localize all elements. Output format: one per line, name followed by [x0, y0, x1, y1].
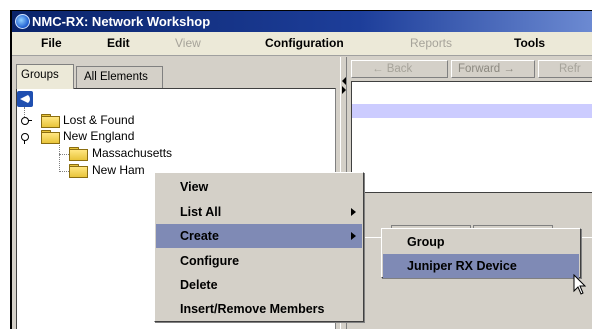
- refresh-button[interactable]: Refr: [538, 60, 592, 78]
- ctx-item-label: Create: [180, 229, 219, 243]
- details-pane: ← Back Forward → Refr: [348, 57, 592, 329]
- expand-icon[interactable]: [21, 117, 32, 125]
- browser-view[interactable]: [351, 81, 592, 193]
- folder-icon: [69, 163, 88, 178]
- menu-bar: File Edit View Configuration Reports Too…: [12, 32, 592, 56]
- mouse-cursor-icon: [573, 274, 587, 295]
- tree-node-label: New Ham: [92, 163, 145, 177]
- ctx-item-view[interactable]: View: [156, 175, 362, 199]
- network-root-icon[interactable]: [17, 91, 33, 107]
- ctx-item-delete[interactable]: Delete: [156, 273, 362, 297]
- ctx-item-insert-remove-members[interactable]: Insert/Remove Members: [156, 297, 362, 321]
- tree-node-lost-found[interactable]: Lost & Found: [21, 113, 221, 129]
- ctx-item-create[interactable]: Create: [156, 224, 362, 248]
- tree-node-massachusetts[interactable]: Massachusetts: [69, 146, 269, 162]
- menu-edit[interactable]: Edit: [107, 36, 130, 50]
- window-title: NMC-RX: Network Workshop: [32, 14, 211, 29]
- menu-configuration[interactable]: Configuration: [265, 36, 344, 50]
- ctx-item-configure[interactable]: Configure: [156, 249, 362, 273]
- submenu-arrow-icon: [351, 208, 356, 216]
- app-logo-icon: [15, 14, 30, 29]
- title-bar[interactable]: NMC-RX: Network Workshop: [12, 11, 592, 32]
- folder-icon: [41, 113, 60, 128]
- submenu-item-group[interactable]: Group: [383, 230, 579, 254]
- context-menu: View List All Create Configure Delete In…: [154, 172, 364, 322]
- tab-groups[interactable]: Groups: [16, 64, 74, 89]
- back-button[interactable]: ← Back: [351, 60, 448, 78]
- browser-header-band: [352, 104, 592, 118]
- tree-node-label: Massachusetts: [92, 146, 173, 160]
- tab-all-elements[interactable]: All Elements: [76, 66, 163, 88]
- ctx-item-list-all[interactable]: List All: [156, 200, 362, 224]
- create-submenu: Group Juniper RX Device: [381, 228, 581, 278]
- collapse-right-icon[interactable]: [342, 86, 346, 94]
- menu-tools[interactable]: Tools: [514, 36, 545, 50]
- tree-node-label: Lost & Found: [63, 113, 135, 127]
- tree-connector: [59, 171, 69, 172]
- collapse-icon[interactable]: [21, 133, 31, 144]
- collapse-left-icon[interactable]: [342, 77, 346, 85]
- folder-icon: [41, 129, 60, 144]
- ctx-item-label: List All: [180, 205, 222, 219]
- tree-connector: [59, 143, 60, 172]
- folder-icon: [69, 146, 88, 161]
- tree-node-label: New England: [63, 129, 135, 143]
- forward-button[interactable]: Forward →: [451, 60, 535, 78]
- submenu-arrow-icon: [351, 232, 356, 240]
- menu-reports[interactable]: Reports: [410, 36, 452, 50]
- submenu-item-juniper-rx-device[interactable]: Juniper RX Device: [383, 254, 579, 278]
- tree-node-new-england[interactable]: New England: [21, 129, 221, 145]
- menu-file[interactable]: File: [41, 36, 62, 50]
- tree-connector: [59, 154, 69, 155]
- menu-view[interactable]: View: [175, 36, 201, 50]
